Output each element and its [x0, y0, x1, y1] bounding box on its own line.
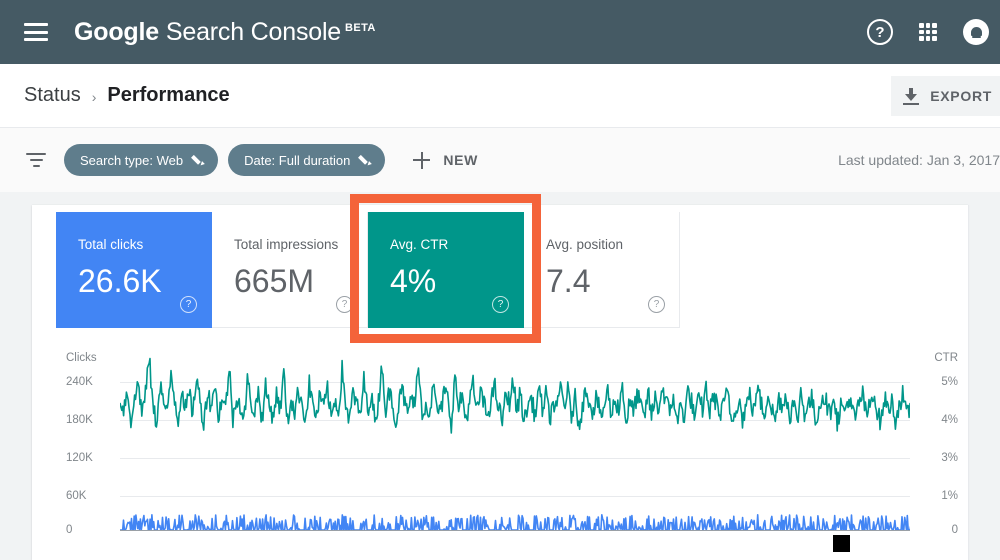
- export-button[interactable]: EXPORT: [891, 76, 1000, 116]
- page-title: Performance: [107, 84, 230, 106]
- metric-card-value: 665M: [234, 262, 315, 299]
- help-icon[interactable]: ?: [648, 296, 665, 313]
- chart-right-tick-label: 4%: [941, 414, 958, 426]
- metric-card-value: 26.6K: [78, 262, 162, 299]
- chart-left-tick-label: 240K: [66, 376, 93, 388]
- brand-product-text: Search Console: [165, 17, 342, 46]
- plus-icon: [413, 151, 431, 169]
- chart-left-axis-title: Clicks: [66, 352, 97, 364]
- performance-chart: Clicks CTR 240K 180K 120K 60K 0 5% 4% 3% 1% 0: [56, 352, 968, 560]
- chart-left-tick-label: 180K: [66, 414, 93, 426]
- chart-series-ctr: [120, 359, 910, 433]
- bell-icon: [963, 19, 989, 45]
- chart-right-tick-label: 0: [951, 524, 958, 536]
- metric-card-value: 7.4: [546, 262, 591, 299]
- metric-card-row: Total clicks 26.6K ? Total impressions 6…: [56, 212, 680, 328]
- apps-grid-icon: [919, 23, 937, 41]
- brand-google-text: Google: [74, 17, 159, 46]
- brand-title: Google Search Console BETA: [74, 18, 376, 47]
- last-updated-text: Last updated: Jan 3, 2017: [838, 152, 1000, 168]
- metric-card-total-impressions[interactable]: Total impressions 665M ?: [212, 212, 368, 328]
- chart-left-tick-label: 60K: [66, 490, 87, 502]
- metric-card-label: Total clicks: [78, 237, 144, 252]
- metric-card-label: Avg. position: [546, 237, 624, 252]
- chart-left-tick-label: 0: [66, 524, 73, 536]
- chart-right-axis-title: CTR: [934, 352, 958, 364]
- breadcrumb-bar: Status › Performance EXPORT: [0, 64, 1000, 128]
- filter-chip-date-label: Date: Full duration: [244, 152, 351, 168]
- mouse-cursor-artifact: [833, 535, 850, 552]
- chart-right-tick-label: 5%: [941, 376, 958, 388]
- filter-chip-search-type[interactable]: Search type: Web: [64, 144, 219, 176]
- breadcrumb-parent-status[interactable]: Status: [24, 84, 81, 107]
- app-bar-actions: ?: [856, 0, 1000, 64]
- download-icon: [903, 87, 920, 105]
- apps-button[interactable]: [904, 8, 952, 56]
- app-bar: Google Search Console BETA ?: [0, 0, 1000, 64]
- chart-gridline: [120, 530, 910, 531]
- panel-right-divider: [968, 205, 969, 560]
- filter-chip-search-type-label: Search type: Web: [80, 152, 184, 168]
- beta-badge: BETA: [345, 21, 376, 34]
- chart-right-tick-label: 3%: [941, 452, 958, 464]
- search-console-performance-page: Google Search Console BETA ? Status › Pe…: [0, 0, 1000, 560]
- chart-plot-area: [120, 352, 910, 530]
- chart-right-tick-label: 1%: [941, 490, 958, 502]
- chart-series-clicks: [120, 515, 910, 530]
- filter-lines-icon[interactable]: [26, 153, 46, 167]
- filter-chip-date[interactable]: Date: Full duration: [228, 144, 386, 176]
- metric-card-avg-ctr[interactable]: Avg. CTR 4% ?: [368, 212, 524, 328]
- metric-card-label: Avg. CTR: [390, 237, 449, 252]
- metric-card-avg-position[interactable]: Avg. position 7.4 ?: [524, 212, 680, 328]
- export-button-label: EXPORT: [930, 88, 992, 104]
- metric-card-total-clicks[interactable]: Total clicks 26.6K ?: [56, 212, 212, 328]
- chart-series-svg: [120, 352, 910, 530]
- help-button[interactable]: ?: [856, 8, 904, 56]
- help-icon[interactable]: ?: [492, 296, 509, 313]
- help-icon[interactable]: ?: [336, 296, 353, 313]
- breadcrumb-separator-icon: ›: [91, 88, 97, 105]
- metric-card-label: Total impressions: [234, 237, 339, 252]
- pencil-icon[interactable]: [192, 154, 205, 167]
- filter-bar: Search type: Web Date: Full duration NEW…: [0, 128, 1000, 192]
- help-icon: ?: [867, 19, 893, 45]
- pencil-icon[interactable]: [359, 154, 372, 167]
- notifications-button[interactable]: [952, 8, 1000, 56]
- hamburger-menu-icon[interactable]: [24, 23, 48, 41]
- chart-left-tick-label: 120K: [66, 452, 93, 464]
- new-filter-label: NEW: [443, 152, 479, 168]
- help-icon[interactable]: ?: [180, 296, 197, 313]
- metric-card-value: 4%: [390, 262, 437, 299]
- new-filter-button[interactable]: NEW: [413, 151, 479, 169]
